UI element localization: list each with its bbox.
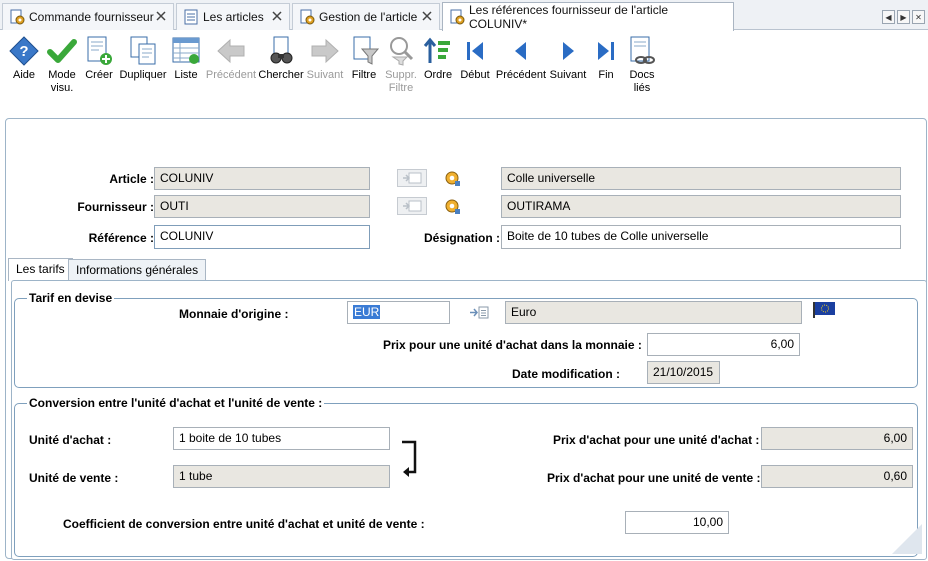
duplicate-button[interactable]: Dupliquer xyxy=(118,35,168,82)
reference-label: Référence : xyxy=(88,231,154,245)
first-record-button[interactable]: Début xyxy=(458,35,492,82)
tab-label: Commande fournisseur xyxy=(29,10,154,24)
svg-text:?: ? xyxy=(19,43,28,60)
duplicate-icon xyxy=(130,36,156,65)
gear-doc-icon xyxy=(10,9,25,25)
tab-informations-generales[interactable]: Informations générales xyxy=(68,259,207,280)
prix-achat-unite-achat-field[interactable]: 6,00 xyxy=(761,427,913,450)
linked-docs-icon xyxy=(630,36,655,64)
new-document-icon xyxy=(87,36,112,65)
tab-close-all-button[interactable]: ✕ xyxy=(912,10,925,24)
remove-filter-icon xyxy=(390,37,414,66)
designation-input[interactable]: Boite de 10 tubes de Colle universelle xyxy=(501,225,901,249)
gear-doc-icon xyxy=(450,9,465,25)
unite-vente-field[interactable]: 1 tube xyxy=(173,465,390,488)
lookup-icon xyxy=(403,200,422,212)
tab-references-fournisseur[interactable]: Les références fournisseur de l'article … xyxy=(442,2,734,31)
chevron-left-icon xyxy=(515,42,526,60)
tab-scroll-left-button[interactable]: ◀ xyxy=(882,10,895,24)
monnaie-origine-label: Monnaie d'origine : xyxy=(179,307,289,321)
checkmark-icon xyxy=(47,39,77,63)
next-button[interactable]: Suivant xyxy=(548,35,588,82)
filter-button[interactable]: Filtre xyxy=(348,35,380,82)
chevron-right-icon xyxy=(563,42,574,60)
arrow-left-icon xyxy=(217,38,245,64)
resize-corner-icon[interactable] xyxy=(892,524,922,554)
linked-docs-button[interactable]: Docs liés xyxy=(626,35,658,95)
unite-vente-label: Unité de vente : xyxy=(29,471,119,485)
next-record-button[interactable]: Suivant xyxy=(304,35,346,82)
monnaie-code-value: EUR xyxy=(353,305,381,319)
gear-icon[interactable] xyxy=(444,198,460,214)
article-description-field[interactable]: Colle universelle xyxy=(501,167,901,190)
article-lookup-button[interactable] xyxy=(397,169,427,187)
tab-scroll-right-button[interactable]: ▶ xyxy=(897,10,910,24)
close-icon[interactable] xyxy=(155,10,167,22)
article-field[interactable]: COLUNIV xyxy=(154,167,370,190)
document-tab-bar: Commande fournisseur Les articles Gestio… xyxy=(0,0,928,31)
tab-label: Les articles xyxy=(203,10,264,24)
toolbar: ? Aide Mode visu. Créer Dupliquer Liste … xyxy=(0,31,928,107)
coefficient-conversion-input[interactable]: 10,00 xyxy=(625,511,729,534)
main-form-panel: Article : COLUNIV Colle universelle Four… xyxy=(5,118,927,560)
last-icon xyxy=(598,42,614,60)
sort-order-button[interactable]: Ordre xyxy=(422,35,454,82)
conversion-group: Conversion entre l'unité d'achat et l'un… xyxy=(14,396,918,557)
fournisseur-lookup-button[interactable] xyxy=(397,197,427,215)
group-title: Conversion entre l'unité d'achat et l'un… xyxy=(27,396,325,410)
monnaie-code-input[interactable]: EUR xyxy=(347,301,450,324)
date-modification-label: Date modification : xyxy=(512,367,621,381)
gear-icon[interactable] xyxy=(444,170,460,186)
fournisseur-label: Fournisseur : xyxy=(77,200,154,214)
date-modification-field[interactable]: 21/10/2015 xyxy=(647,361,720,384)
prix-unite-achat-monnaie-label: Prix pour une unité d'achat dans la monn… xyxy=(383,338,642,352)
reference-input[interactable]: COLUNIV xyxy=(154,225,370,249)
last-record-button[interactable]: Fin xyxy=(590,35,622,82)
help-button[interactable]: ? Aide xyxy=(6,35,42,82)
gear-doc-icon xyxy=(300,9,315,25)
tab-label: Gestion de l'article xyxy=(319,10,418,24)
tarif-devise-group: Tarif en devise Monnaie d'origine : EUR … xyxy=(14,291,918,388)
list-icon xyxy=(172,37,200,64)
lookup-list-icon[interactable] xyxy=(469,306,489,319)
article-label: Article : xyxy=(109,172,154,186)
prix-unite-achat-monnaie-input[interactable]: 6,00 xyxy=(647,333,800,356)
unite-achat-label: Unité d'achat : xyxy=(29,433,112,447)
tab-label: Les références fournisseur de l'article … xyxy=(469,3,669,31)
tab-commande-fournisseur[interactable]: Commande fournisseur xyxy=(2,3,174,30)
previous-button[interactable]: Précédent xyxy=(494,35,548,82)
fournisseur-description-field[interactable]: OUTIRAMA xyxy=(501,195,901,218)
search-button[interactable]: Chercher xyxy=(258,35,304,82)
binoculars-icon xyxy=(270,36,293,64)
tab-les-tarifs[interactable]: Les tarifs xyxy=(8,258,73,281)
list-doc-icon xyxy=(184,9,198,25)
create-button[interactable]: Créer xyxy=(82,35,116,82)
designation-label: Désignation : xyxy=(423,231,500,245)
close-icon[interactable] xyxy=(421,10,433,22)
sort-icon xyxy=(423,37,450,63)
remove-filter-button[interactable]: Suppr. Filtre xyxy=(382,35,420,95)
prix-achat-unite-vente-label: Prix d'achat pour une unité de vente : xyxy=(547,471,761,485)
tab-les-articles[interactable]: Les articles xyxy=(176,3,290,30)
close-icon[interactable] xyxy=(271,10,283,22)
unite-achat-input[interactable]: 1 boite de 10 tubes xyxy=(173,427,390,450)
mode-visu-button[interactable]: Mode visu. xyxy=(44,35,80,95)
tarifs-tab-panel: Tarif en devise Monnaie d'origine : EUR … xyxy=(11,280,927,560)
list-button[interactable]: Liste xyxy=(170,35,202,82)
prix-achat-unite-achat-label: Prix d'achat pour une unité d'achat : xyxy=(553,433,760,447)
lookup-icon xyxy=(403,172,422,184)
monnaie-name-field[interactable]: Euro xyxy=(505,301,802,324)
tab-gestion-article[interactable]: Gestion de l'article xyxy=(292,3,440,30)
filter-icon xyxy=(353,36,380,65)
prix-achat-unite-vente-field[interactable]: 0,60 xyxy=(761,465,913,488)
help-icon: ? xyxy=(9,36,39,66)
fournisseur-field[interactable]: OUTI xyxy=(154,195,370,218)
group-title: Tarif en devise xyxy=(27,291,115,305)
previous-record-button[interactable]: Précédent xyxy=(204,35,258,82)
coefficient-conversion-label: Coefficient de conversion entre unité d'… xyxy=(63,517,425,531)
arrow-right-icon xyxy=(311,38,339,64)
conversion-arrow-icon xyxy=(402,440,417,477)
eu-flag-icon xyxy=(813,302,835,318)
first-icon xyxy=(467,42,483,60)
